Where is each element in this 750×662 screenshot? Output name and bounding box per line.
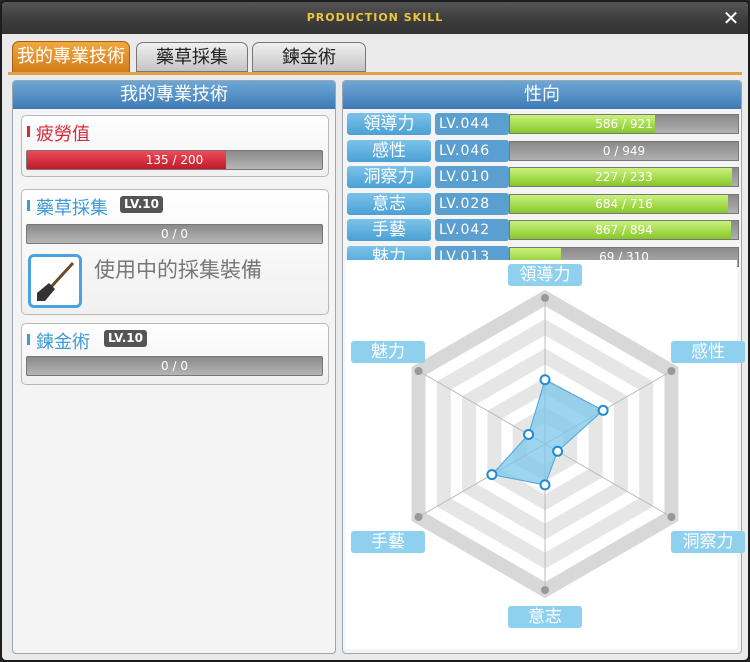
fatigue-value: 135 / 200 bbox=[145, 153, 204, 167]
radar-point bbox=[552, 445, 564, 457]
trait-row: 感性 LV.046 0 / 949 bbox=[347, 139, 739, 162]
trait-exp-bar: 684 / 716 bbox=[509, 193, 739, 214]
radar-axis-label: 魅力 bbox=[351, 341, 425, 363]
radar-point bbox=[486, 469, 498, 481]
radar-axis-label: 洞察力 bbox=[671, 531, 745, 553]
radar-svg bbox=[411, 289, 679, 599]
radar-axis-end bbox=[541, 294, 549, 302]
herbalism-marker bbox=[27, 200, 30, 211]
tab-herbalism[interactable]: 藥草採集 bbox=[136, 42, 248, 72]
radar-point bbox=[539, 479, 551, 491]
radar-axis-end bbox=[667, 513, 676, 521]
trait-name: 洞察力 bbox=[347, 166, 431, 188]
trait-exp-value: 227 / 233 bbox=[595, 170, 653, 184]
trait-exp-value: 867 / 894 bbox=[595, 223, 653, 237]
radar-point bbox=[597, 404, 609, 416]
tab-my-skills[interactable]: 我的專業技術 bbox=[12, 41, 130, 73]
trait-level: LV.044 bbox=[435, 113, 509, 135]
trait-level: LV.010 bbox=[435, 166, 509, 188]
fatigue-marker bbox=[27, 126, 30, 137]
herbalism-box: 藥草採集 LV.10 0 / 0 使用中的採集裝備 bbox=[21, 189, 329, 315]
equipment-slot[interactable] bbox=[28, 254, 82, 308]
alchemy-level-badge: LV.10 bbox=[104, 330, 147, 347]
trait-name: 意志 bbox=[347, 192, 431, 215]
trait-radar-chart: 領導力感性洞察力意志 手藝 魅力 bbox=[345, 260, 745, 649]
alchemy-progress-value: 0 / 0 bbox=[161, 359, 188, 373]
trait-level: LV.028 bbox=[435, 192, 509, 215]
trait-exp-bar: 586 / 921 bbox=[509, 114, 739, 134]
trait-exp-value: 684 / 716 bbox=[595, 196, 653, 211]
radar-point bbox=[539, 374, 551, 386]
radar-axis-label: 領導力 bbox=[508, 264, 582, 286]
traits-panel-title: 性向 bbox=[343, 81, 741, 109]
fatigue-bar: 135 / 200 bbox=[26, 150, 323, 170]
trait-exp-bar: 867 / 894 bbox=[509, 220, 739, 240]
radar-axis-label: 感性 bbox=[671, 341, 745, 363]
trait-level: LV.046 bbox=[435, 139, 509, 162]
trait-row: 手藝 LV.042 867 / 894 bbox=[347, 219, 739, 241]
radar-trait-area bbox=[490, 379, 605, 486]
trait-name: 手藝 bbox=[347, 219, 431, 241]
radar-axis-end bbox=[414, 367, 423, 375]
tab-divider bbox=[8, 72, 742, 75]
trait-level: LV.042 bbox=[435, 219, 509, 241]
trait-exp-bar: 227 / 233 bbox=[509, 167, 739, 187]
herbalism-label: 藥草採集 bbox=[36, 198, 108, 219]
equipment-status: 使用中的採集裝備 bbox=[94, 258, 262, 282]
trait-exp-bar: 0 / 949 bbox=[509, 140, 739, 161]
radar-axis-end bbox=[541, 586, 549, 594]
window-title: PRODUCTION SKILL bbox=[306, 11, 444, 24]
trait-row: 意志 LV.028 684 / 716 bbox=[347, 192, 739, 215]
herbalism-progress-bar: 0 / 0 bbox=[26, 224, 323, 244]
traits-panel: 性向 領導力 LV.044 586 / 921 感性 LV.046 0 / 949 洞察力 L… bbox=[342, 80, 745, 654]
alchemy-progress-bar: 0 / 0 bbox=[26, 356, 323, 376]
trait-name: 感性 bbox=[347, 139, 431, 162]
radar-point bbox=[523, 429, 535, 441]
trait-exp-value: 586 / 921 bbox=[595, 117, 653, 131]
alchemy-label: 鍊金術 bbox=[36, 332, 90, 353]
title-bar[interactable]: PRODUCTION SKILL ✕ bbox=[2, 2, 748, 34]
fatigue-box: 疲勞值 135 / 200 bbox=[21, 115, 329, 177]
my-skills-panel-title: 我的專業技術 bbox=[13, 81, 335, 109]
trait-name: 領導力 bbox=[347, 113, 431, 135]
alchemy-box: 鍊金術 LV.10 0 / 0 bbox=[21, 323, 329, 385]
alchemy-marker bbox=[27, 334, 30, 345]
herbalism-level-badge: LV.10 bbox=[120, 196, 163, 213]
radar-axis-end bbox=[414, 513, 423, 521]
radar-axis-end bbox=[667, 367, 676, 375]
tab-alchemy[interactable]: 鍊金術 bbox=[252, 42, 366, 72]
fatigue-label: 疲勞值 bbox=[36, 124, 90, 145]
shovel-icon bbox=[37, 261, 75, 301]
trait-row: 領導力 LV.044 586 / 921 bbox=[347, 113, 739, 135]
close-button[interactable]: ✕ bbox=[720, 7, 742, 29]
radar-axis-label: 手藝 bbox=[351, 531, 425, 553]
radar-axis-label: 意志 bbox=[508, 606, 582, 628]
my-skills-panel: 我的專業技術 疲勞值 135 / 200 藥草採集 LV.10 0 / 0 使用… bbox=[12, 80, 336, 654]
herbalism-progress-value: 0 / 0 bbox=[161, 227, 188, 241]
trait-row: 洞察力 LV.010 227 / 233 bbox=[347, 166, 739, 188]
production-skill-window: PRODUCTION SKILL ✕ 我的專業技術 藥草採集 鍊金術 我的專業技… bbox=[0, 0, 750, 662]
trait-exp-value: 0 / 949 bbox=[602, 143, 646, 158]
